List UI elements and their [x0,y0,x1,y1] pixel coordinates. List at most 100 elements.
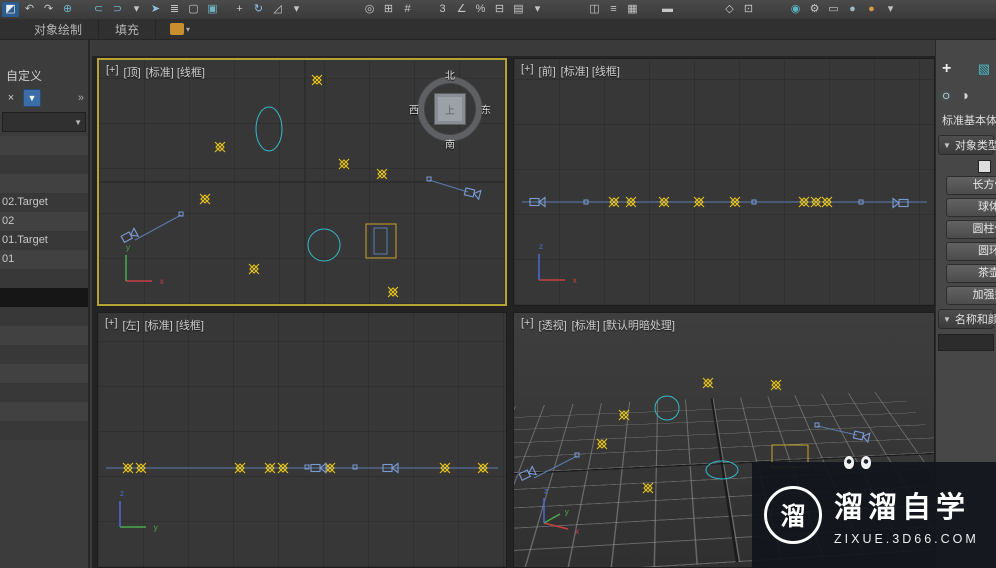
list-item[interactable] [0,269,88,288]
viewport-view-button[interactable]: [顶] [124,64,141,80]
window-crossing-icon[interactable]: ▣ [204,2,221,17]
explorer-toolbar: × ▼ » [0,86,88,110]
undo-icon[interactable]: ↶ [21,2,38,17]
viewport-shading-button[interactable]: [标准] [默认明暗处理] [572,317,675,333]
list-item[interactable] [0,288,88,307]
viewport-canvas-front[interactable]: xz [514,59,934,305]
viewport-shading-button[interactable]: [标准] [线框] [145,317,204,333]
list-item[interactable] [0,174,88,193]
viewcube-top-face[interactable]: 上 [434,93,466,125]
material-editor-icon[interactable]: ◉ [787,2,804,17]
object-name-field[interactable] [938,334,994,351]
list-item[interactable]: 01.Target [0,231,88,250]
spinner-snap-icon[interactable]: ⊟ [491,2,508,17]
list-item[interactable] [0,307,88,326]
category-icons: ○ ◑ [936,82,996,108]
viewcube[interactable]: 上 北 南 西 东 [409,67,491,151]
viewport-left[interactable]: yz [+] [左] [标准] [线框] [97,312,507,568]
ribbon-tab-object-paint[interactable]: 对象绘制 [18,19,100,39]
viewcube-east[interactable]: 东 [481,102,491,117]
viewcube-north[interactable]: 北 [445,67,455,82]
list-item[interactable] [0,136,88,155]
app-menu-icon[interactable]: ◩ [2,2,19,17]
select-scale-icon[interactable]: ◿ [269,2,286,17]
primitive-button[interactable]: 圆环 [946,242,996,261]
angle-snap-icon[interactable]: ∠ [453,2,470,17]
rollout-name-color[interactable]: ▼ 名称和颜色 [938,309,996,329]
shapes-category-icon[interactable]: ◑ [960,87,968,103]
panel-secondary-icon[interactable]: ▧ [978,61,990,77]
toolbar-overflow-icon[interactable]: ▾ [882,2,899,17]
viewport-shading-button[interactable]: [标准] [线框] [561,63,620,79]
viewport-view-button[interactable]: [左] [123,317,140,333]
select-link-icon[interactable]: ⊂ [90,2,107,17]
align-icon[interactable]: ≡ [605,2,622,17]
rectangular-selection-icon[interactable]: ▢ [185,2,202,17]
primitive-button[interactable]: 茶壶 [946,264,996,283]
viewport-menu-button[interactable]: [+] [521,317,534,333]
render-setup-icon[interactable]: ⚙ [806,2,823,17]
viewport-view-button[interactable]: [透视] [539,317,567,333]
keyboard-override-icon[interactable]: # [399,2,416,17]
viewport-shading-button[interactable]: [标准] [线框] [146,64,205,80]
autogrid-checkbox[interactable] [978,160,991,173]
list-item[interactable]: 01 [0,250,88,269]
primitive-button[interactable]: 球体 [946,198,996,217]
selection-filter-dropdown-icon[interactable]: ▾ [128,2,145,17]
list-item[interactable] [0,421,88,440]
list-item[interactable] [0,155,88,174]
viewport-menu-button[interactable]: [+] [521,63,534,79]
ribbon-toggle-icon[interactable]: ▬ [659,2,676,17]
named-selection-sets-icon[interactable]: ▤ [510,2,527,17]
viewport-front[interactable]: xz [+] [前] [标准] [线框] [513,58,935,306]
viewport-menu-button[interactable]: [+] [105,317,118,333]
ribbon-flyout-button[interactable]: ▾ [170,23,190,35]
rendered-frame-icon[interactable]: ▭ [825,2,842,17]
list-item[interactable]: 02 [0,212,88,231]
mirror-icon[interactable]: ◫ [586,2,603,17]
viewcube-west[interactable]: 西 [409,102,419,117]
layer-explorer-icon[interactable]: ▦ [624,2,641,17]
primitive-button[interactable]: 长方体 [946,176,996,195]
viewcube-south[interactable]: 南 [445,136,455,151]
list-item[interactable]: 02.Target [0,193,88,212]
render-iterative-icon[interactable]: ● [844,2,861,17]
use-pivot-center-icon[interactable]: ◎ [361,2,378,17]
list-item[interactable] [0,345,88,364]
viewport-canvas-left[interactable]: yz [98,313,506,567]
create-tab-icon[interactable]: + [942,60,951,78]
link-icon[interactable]: ⊕ [59,2,76,17]
filter-icon[interactable]: ▼ [23,89,41,107]
select-by-name-icon[interactable]: ≣ [166,2,183,17]
schematic-view-icon[interactable]: ⊡ [740,2,757,17]
snaps-toggle-icon[interactable]: 3 [434,2,451,17]
toolbar-overflow-icon[interactable]: » [78,92,86,104]
named-sets-dropdown-icon[interactable]: ▾ [529,2,546,17]
unlink-icon[interactable]: ⊃ [109,2,126,17]
viewport-top[interactable]: x y [+] [顶] [标准] [线框] 上 北 南 西 东 [97,58,507,306]
select-manipulate-icon[interactable]: ⊞ [380,2,397,17]
list-item[interactable] [0,402,88,421]
primitive-button[interactable]: 圆柱体 [946,220,996,239]
select-rotate-icon[interactable]: ↻ [250,2,267,17]
list-item[interactable] [0,383,88,402]
ribbon-tab-populate[interactable]: 填充 [99,19,157,39]
explorer-search-combo[interactable]: ▼ [2,112,86,132]
render-production-icon[interactable]: ● [863,2,880,17]
select-move-icon[interactable]: + [231,2,248,17]
primitive-category-dropdown[interactable]: 标准基本体 [936,108,996,131]
redo-icon[interactable]: ↷ [40,2,57,17]
list-item[interactable] [0,326,88,345]
select-object-icon[interactable]: ➤ [147,2,164,17]
viewport-menu-button[interactable]: [+] [106,64,119,80]
reference-coordinate-dropdown-icon[interactable]: ▾ [288,2,305,17]
rollout-object-type[interactable]: ▼ 对象类型 [938,135,996,155]
clear-filter-icon[interactable]: × [2,89,20,107]
primitive-button[interactable]: 加强型 [946,286,996,305]
list-item[interactable] [0,364,88,383]
chevron-down-icon: ▼ [943,314,951,324]
geometry-category-icon[interactable]: ○ [942,87,950,103]
percent-snap-icon[interactable]: % [472,2,489,17]
viewport-view-button[interactable]: [前] [539,63,556,79]
curve-editor-icon[interactable]: ◇ [721,2,738,17]
